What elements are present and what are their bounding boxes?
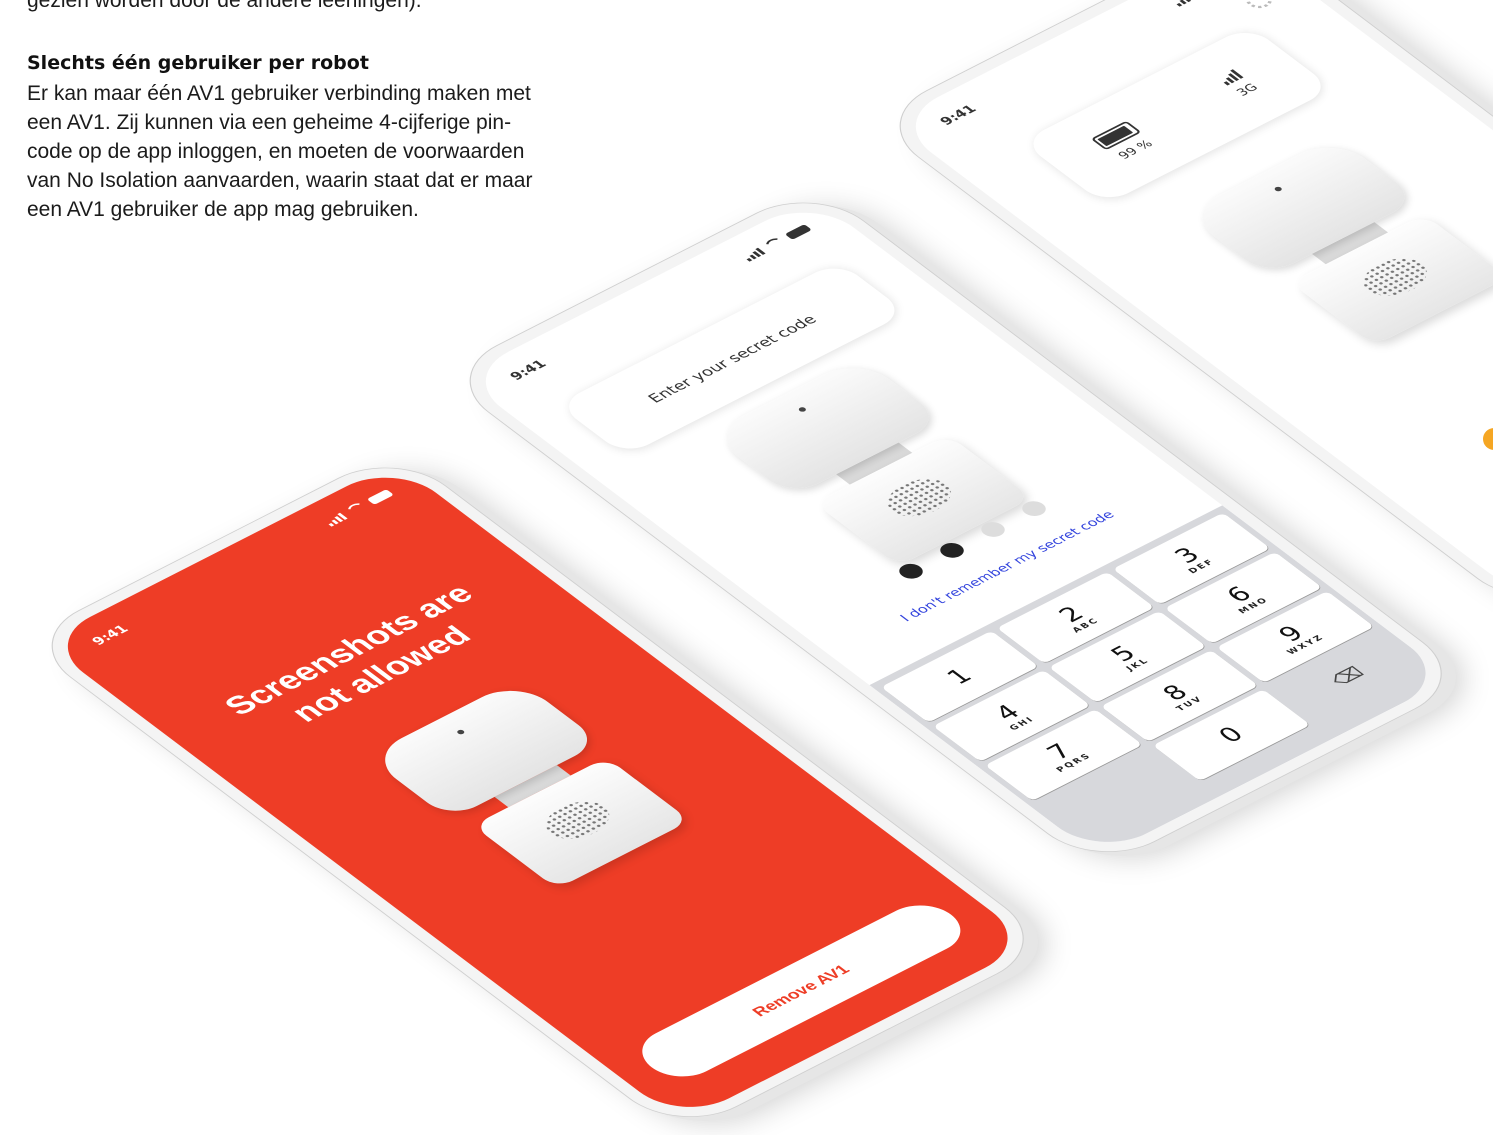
- remove-av1-button[interactable]: Remove AV1: [626, 895, 977, 1087]
- section-body-line: code op de app inloggen, en moeten de vo…: [27, 140, 525, 163]
- av1-robot-image: [1174, 131, 1493, 354]
- battery-icon: [366, 489, 394, 505]
- status-bar-time: 9:41: [936, 102, 981, 128]
- robot-camera: [797, 406, 808, 413]
- numeric-keypad: 1 2 ABC 3 DEF 4 GHI 5 JKL 6 MNO 7 PQRS 8 TUV 9 WXYZ 0 ⌫: [869, 505, 1452, 858]
- article-text: gezien worden door de andere leerlingen)…: [27, 0, 687, 224]
- section-heading: Slechts één gebruiker per robot: [27, 52, 369, 74]
- status-bar-icons: [1170, 0, 1242, 7]
- network-signal-icon: [1217, 68, 1244, 86]
- robot-camera: [455, 728, 466, 736]
- status-bar-icons: [740, 223, 812, 262]
- key-digit: 1: [941, 664, 979, 690]
- signal-icon: [1172, 0, 1196, 7]
- section-body-line: een AV1. Zij kunnen via een geheime 4-ci…: [27, 111, 512, 134]
- wifi-icon: [343, 500, 370, 516]
- robot-speaker: [1351, 250, 1439, 304]
- signal-icon: [742, 247, 766, 262]
- status-bar-time: 9:41: [88, 622, 133, 648]
- battery-status: 99 %: [1090, 120, 1159, 163]
- section-body-line: een AV1 gebruiker de app mag gebruiken.: [27, 198, 419, 221]
- robot-speaker: [534, 793, 622, 847]
- previous-paragraph-end: gezien worden door de andere leerlingen)…: [27, 0, 422, 12]
- status-bar-icons: [322, 488, 394, 527]
- robot-speaker: [875, 471, 963, 524]
- status-bar-time: 9:41: [506, 357, 551, 383]
- network-status: 3G: [1217, 68, 1262, 99]
- section-body-line: Er kan maar één AV1 gebruiker verbinding…: [27, 82, 531, 105]
- signal-icon: [324, 512, 348, 527]
- network-type: 3G: [1233, 81, 1262, 99]
- av1-robot-image: [357, 675, 708, 898]
- section-body-line: van No Isolation aanvaarden, waarin staa…: [27, 169, 533, 192]
- key-digit: 0: [1212, 722, 1251, 748]
- settings-gear-icon[interactable]: [1240, 0, 1278, 12]
- robot-camera: [1273, 185, 1284, 193]
- battery-icon: [784, 224, 812, 240]
- wifi-icon: [761, 235, 788, 251]
